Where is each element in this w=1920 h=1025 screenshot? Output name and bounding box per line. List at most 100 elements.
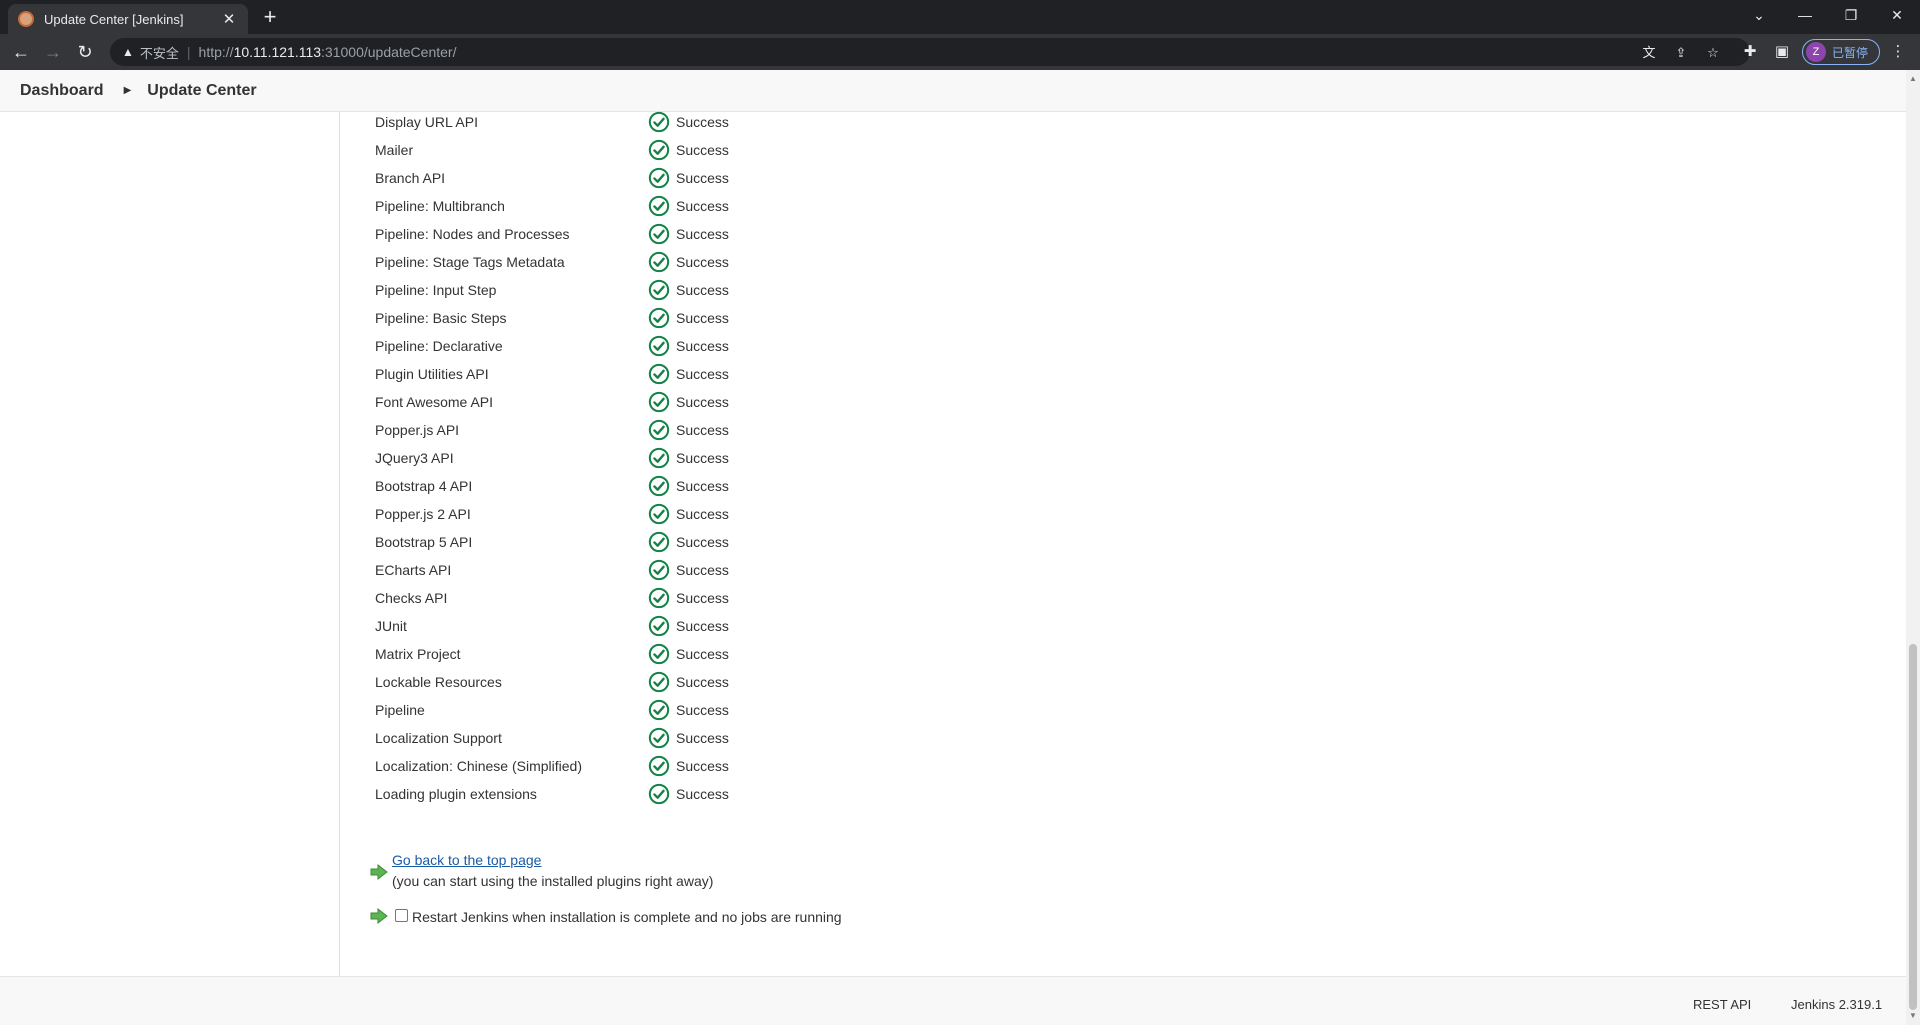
forward-icon[interactable]: →	[41, 40, 65, 64]
plugin-name: Display URL API	[375, 114, 478, 130]
share-icon[interactable]: ⇪	[1672, 44, 1690, 62]
status-text: Success	[676, 534, 729, 550]
translate-icon[interactable]: 文	[1640, 44, 1658, 62]
warning-icon: ▲	[122, 45, 134, 59]
plugin-name: Pipeline: Declarative	[375, 338, 503, 354]
check-circle-icon	[648, 167, 670, 189]
restart-checkbox-label[interactable]: Restart Jenkins when installation is com…	[412, 909, 842, 925]
plugin-row: Pipeline: Basic Steps Success	[375, 304, 1475, 332]
plugin-name: Plugin Utilities API	[375, 366, 489, 382]
scroll-down-icon[interactable]: ▼	[1908, 1011, 1918, 1021]
plugin-status: Success	[648, 279, 729, 301]
side-panel-icon[interactable]: ▣	[1772, 42, 1792, 62]
plugin-status: Success	[648, 111, 729, 133]
check-circle-icon	[648, 363, 670, 385]
close-window-icon[interactable]: ✕	[1874, 0, 1920, 30]
page-scrollbar[interactable]: ▲ ▼	[1906, 70, 1920, 1025]
breadcrumb-dashboard[interactable]: Dashboard	[20, 82, 104, 100]
check-circle-icon	[648, 223, 670, 245]
browser-tab[interactable]: Update Center [Jenkins] ✕	[8, 4, 248, 34]
plugin-name: Pipeline	[375, 702, 425, 718]
plugin-status: Success	[648, 559, 729, 581]
plugin-row: Popper.js 2 API Success	[375, 500, 1475, 528]
plugin-row: Mailer Success	[375, 136, 1475, 164]
plugin-name: Font Awesome API	[375, 394, 494, 410]
check-circle-icon	[648, 195, 670, 217]
reload-icon[interactable]: ↻	[73, 40, 97, 64]
plugin-status: Success	[648, 363, 729, 385]
check-circle-icon	[648, 251, 670, 273]
plugin-status: Success	[648, 223, 729, 245]
plugin-status: Success	[648, 587, 729, 609]
status-text: Success	[676, 618, 729, 634]
plugin-status: Success	[648, 391, 729, 413]
plugin-name: Branch API	[375, 170, 446, 186]
status-text: Success	[676, 758, 729, 774]
restart-checkbox[interactable]	[395, 909, 408, 922]
check-circle-icon	[648, 755, 670, 777]
plugin-status: Success	[648, 503, 729, 525]
plugin-row: Popper.js API Success	[375, 416, 1475, 444]
breadcrumb-separator-icon[interactable]: ▶	[124, 85, 132, 96]
plugin-row: JUnit Success	[375, 612, 1475, 640]
back-icon[interactable]: ←	[9, 40, 33, 64]
address-bar[interactable]: ▲ 不安全 | http://10.11.121.113:31000/updat…	[110, 38, 1750, 66]
plugin-row: Pipeline: Input Step Success	[375, 276, 1475, 304]
plugin-name: Pipeline: Multibranch	[375, 198, 505, 214]
plugin-status: Success	[648, 615, 729, 637]
check-circle-icon	[648, 643, 670, 665]
check-circle-icon	[648, 279, 670, 301]
check-circle-icon	[648, 447, 670, 469]
close-tab-icon[interactable]: ✕	[220, 10, 238, 28]
plugin-name: Popper.js API	[375, 422, 460, 438]
status-text: Success	[676, 366, 729, 382]
top-link-note: (you can start using the installed plugi…	[392, 873, 714, 889]
go-back-top-link[interactable]: Go back to the top page	[392, 852, 541, 868]
plugin-status: Success	[648, 671, 729, 693]
installation-status-list: Display URL API Success Mailer Success B…	[375, 108, 1475, 808]
plugin-name: Bootstrap 5 API	[375, 534, 473, 550]
check-circle-icon	[648, 335, 670, 357]
new-tab-icon[interactable]: +	[258, 6, 282, 30]
status-text: Success	[676, 170, 729, 186]
plugin-name: Pipeline: Basic Steps	[375, 310, 507, 326]
minimize-icon[interactable]: —	[1782, 0, 1828, 30]
plugin-name: Matrix Project	[375, 646, 461, 662]
check-circle-icon	[648, 671, 670, 693]
plugin-row: Plugin Utilities API Success	[375, 360, 1475, 388]
page-footer: REST API Jenkins 2.319.1	[0, 976, 1906, 1025]
breadcrumb-update-center[interactable]: Update Center	[147, 82, 256, 100]
restore-icon[interactable]: ❐	[1828, 0, 1874, 30]
status-text: Success	[676, 786, 729, 802]
plugin-status: Success	[648, 419, 729, 441]
plugin-row: Localization Support Success	[375, 724, 1475, 752]
plugin-row: Bootstrap 5 API Success	[375, 528, 1475, 556]
browser-toolbar: ← → ↻ ▲ 不安全 | http://10.11.121.113:31000…	[0, 34, 1920, 70]
extensions-icon[interactable]: ✚	[1740, 42, 1760, 62]
plugin-status: Success	[648, 335, 729, 357]
profile-button[interactable]: Z 已暂停	[1802, 39, 1880, 65]
status-text: Success	[676, 310, 729, 326]
green-arrow-icon	[370, 908, 388, 924]
plugin-row: Pipeline Success	[375, 696, 1475, 724]
plugin-name: Lockable Resources	[375, 674, 502, 690]
jenkins-version-link[interactable]: Jenkins 2.319.1	[1791, 997, 1882, 1012]
scroll-up-icon[interactable]: ▲	[1908, 74, 1918, 84]
tab-search-icon[interactable]: ⌄	[1736, 0, 1782, 30]
check-circle-icon	[648, 139, 670, 161]
insecure-label: 不安全	[139, 45, 179, 61]
plugin-status: Success	[648, 755, 729, 777]
status-text: Success	[676, 478, 729, 494]
tab-title: Update Center [Jenkins]	[44, 11, 184, 27]
bookmark-star-icon[interactable]: ☆	[1704, 44, 1722, 62]
status-text: Success	[676, 506, 729, 522]
plugin-row: Pipeline: Stage Tags Metadata Success	[375, 248, 1475, 276]
scroll-thumb[interactable]	[1909, 644, 1917, 1010]
rest-api-link[interactable]: REST API	[1693, 997, 1751, 1012]
plugin-name: Mailer	[375, 142, 414, 158]
menu-icon[interactable]: ⋮	[1888, 42, 1908, 62]
plugin-name: Pipeline: Input Step	[375, 282, 497, 298]
check-circle-icon	[648, 783, 670, 805]
green-arrow-icon	[370, 864, 388, 880]
plugin-status: Success	[648, 531, 729, 553]
